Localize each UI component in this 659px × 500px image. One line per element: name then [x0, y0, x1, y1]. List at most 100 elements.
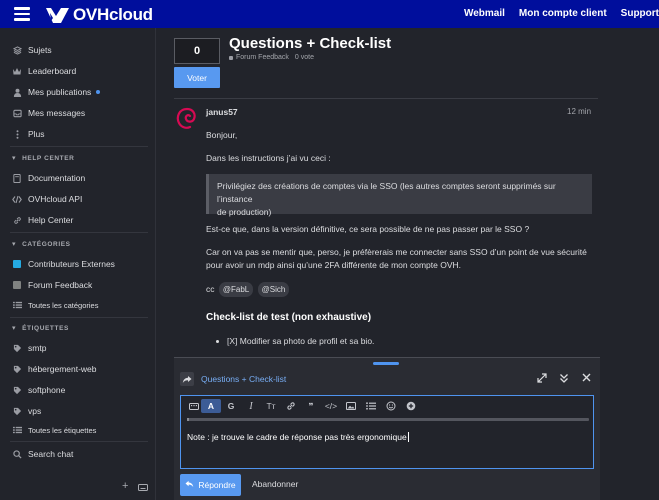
sidebar-item-leaderboard[interactable]: Leaderboard [12, 64, 76, 78]
chevron-down-icon: ▾ [12, 241, 17, 248]
sidebar-item-mes-publications[interactable]: Mes publications [12, 85, 101, 99]
cancel-button[interactable]: Abandonner [252, 479, 298, 489]
code-icon [12, 194, 22, 204]
topic-meta: Forum Feedback 0 vote [229, 54, 314, 61]
add-icon[interactable] [401, 399, 421, 413]
votes-count-label: 0 vote [294, 54, 314, 61]
sidebar-item-mes-messages[interactable]: Mes messages [12, 106, 85, 120]
sidebar-item-all-tags[interactable]: Toutes les étiquettes [12, 423, 96, 437]
section-header-help-center[interactable]: ▾ HELP CENTER [12, 154, 74, 163]
post-time[interactable]: 12 min [567, 107, 591, 116]
divider [174, 98, 598, 99]
tag-icon [12, 406, 22, 416]
category-color-square [12, 280, 22, 290]
vote-count: 0 [174, 38, 220, 64]
category-link[interactable]: Forum Feedback [236, 54, 289, 61]
bullet-list-icon[interactable] [361, 399, 381, 413]
post-paragraph: Dans les instructions j’ai vu ceci : [206, 153, 331, 163]
sidebar-item-contributeurs-externes[interactable]: Contributeurs Externes [12, 257, 115, 271]
paragraph-line: Car on va pas se mentir que, perso, je p… [206, 247, 587, 257]
expand-icon[interactable] [537, 373, 547, 386]
vote-button[interactable]: Voter [174, 67, 220, 88]
reply-text-content[interactable]: Note : je trouve le cadre de réponse pas… [187, 432, 409, 442]
more-vertical-icon [12, 129, 22, 139]
sidebar-item-search-chat[interactable]: Search chat [12, 447, 73, 461]
close-icon[interactable] [582, 373, 591, 385]
post-paragraph: Est-ce que, dans la version définitive, … [206, 224, 530, 234]
sidebar-item-plus[interactable]: Plus [12, 127, 45, 141]
search-icon [12, 449, 22, 459]
reply-composer: Questions + Check-list A G I Tт ❞ </> No… [174, 357, 600, 500]
section-header-etiquettes[interactable]: ▾ ÉTIQUETTES [12, 324, 69, 333]
post-cc-line: cc @FabL @Sich [206, 282, 592, 297]
sidebar-item-documentation[interactable]: Documentation [12, 171, 85, 185]
code-icon[interactable]: </> [321, 399, 341, 413]
sidebar-item-tag-softphone[interactable]: softphone [12, 383, 65, 397]
editor-toolbar: A G I Tт ❞ </> [181, 396, 593, 416]
tag-icon [12, 364, 22, 374]
nav-mon-compte-client[interactable]: Mon compte client [519, 8, 607, 19]
emoji-icon[interactable] [381, 399, 401, 413]
post-paragraph: Car on va pas se mentir que, perso, je p… [206, 246, 592, 272]
sidebar-divider [10, 232, 148, 233]
post-paragraph: Bonjour, [206, 130, 238, 140]
list-item-text: [X] Modifier sa photo de profil et sa bi… [227, 336, 375, 346]
post-author[interactable]: janus57 [206, 107, 238, 117]
right-gutter [600, 28, 659, 500]
avatar[interactable] [174, 107, 198, 131]
sidebar-item-help-center[interactable]: Help Center [12, 213, 73, 227]
layers-icon [12, 45, 22, 55]
reply-share-icon[interactable] [180, 372, 194, 386]
link-icon[interactable] [281, 399, 301, 413]
rich-text-toggle-icon[interactable]: A [201, 399, 221, 413]
sidebar-item-tag-hebergement-web[interactable]: hébergement-web [12, 362, 97, 376]
add-icon[interactable]: + [122, 480, 128, 492]
sidebar-item-ovhcloud-api[interactable]: OVHcloud API [12, 192, 82, 206]
text-caret [407, 432, 409, 442]
italic-icon[interactable]: I [241, 399, 261, 413]
top-header: OVHcloud Webmail Mon compte client Suppo… [0, 0, 659, 28]
chevron-down-icon: ▾ [12, 325, 17, 332]
paragraph-line: pour avoir un mdp ainsi qu’une 2FA diffé… [206, 260, 461, 270]
composer-resize-grip[interactable] [373, 362, 399, 365]
user-icon [12, 87, 22, 97]
sidebar-item-tag-vps[interactable]: vps [12, 404, 41, 418]
nav-webmail[interactable]: Webmail [464, 8, 505, 19]
mention-sich[interactable]: @Sich [257, 282, 290, 297]
collapse-icon[interactable] [559, 373, 569, 386]
keyboard-mode-icon[interactable] [187, 399, 201, 413]
tag-icon [12, 385, 22, 395]
chevron-down-icon: ▾ [12, 155, 17, 162]
section-header-categories[interactable]: ▾ CATÉGORIES [12, 240, 71, 249]
sidebar-item-forum-feedback[interactable]: Forum Feedback [12, 278, 92, 292]
quote-line: Privilégiez des créations de comptes via… [217, 181, 556, 204]
category-color-square [12, 259, 22, 269]
mention-fabl[interactable]: @FabL [218, 282, 254, 297]
sidebar-divider [10, 441, 148, 442]
bold-icon[interactable]: G [221, 399, 241, 413]
unread-dot [96, 90, 101, 94]
sidebar-item-tag-smtp[interactable]: smtp [12, 341, 46, 355]
crown-icon [12, 66, 22, 76]
hamburger-menu-icon[interactable] [14, 7, 30, 21]
keyboard-icon[interactable] [138, 483, 148, 493]
sidebar-item-sujets[interactable]: Sujets [12, 43, 52, 57]
reply-to-topic-link[interactable]: Questions + Check-list [201, 374, 286, 384]
book-icon [12, 173, 22, 183]
sidebar: Sujets Leaderboard Mes publications Mes … [0, 28, 156, 500]
ovh-logo-icon [46, 7, 69, 23]
ovhcloud-logo[interactable]: OVHcloud [44, 5, 153, 25]
list-icon [12, 300, 22, 310]
quote-line: de production) [217, 207, 272, 217]
nav-support[interactable]: Support [621, 8, 659, 19]
quote-icon[interactable]: ❞ [301, 399, 321, 413]
post-heading: Check-list de test (non exhaustive) [206, 312, 372, 323]
sidebar-divider [10, 317, 148, 318]
sidebar-item-all-categories[interactable]: Toutes les catégories [12, 298, 98, 312]
reply-editor[interactable]: A G I Tт ❞ </> Note : je trouve le cadre [180, 395, 594, 469]
heading-icon[interactable]: Tт [261, 399, 281, 413]
reply-button[interactable]: Répondre [180, 474, 241, 496]
image-upload-icon[interactable] [341, 399, 361, 413]
upload-progress-bar [187, 418, 589, 421]
link-icon [12, 215, 22, 225]
